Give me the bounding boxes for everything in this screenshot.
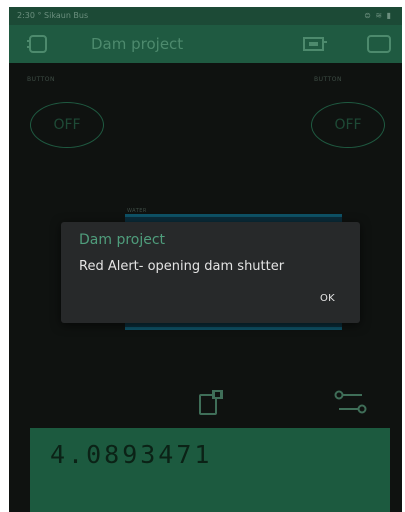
widget-box-icon[interactable] xyxy=(367,35,391,53)
app-bar: Dam project xyxy=(9,25,402,63)
status-time: 2:30 ° Sikaun Bus xyxy=(17,11,89,20)
alert-dialog: Dam project Red Alert- opening dam shutt… xyxy=(61,222,360,323)
left-off-button[interactable]: OFF xyxy=(30,102,104,148)
status-icons: ⊜ ≋ ▮ xyxy=(364,11,392,20)
app-screen: 2:30 ° Sikaun Bus ⊜ ≋ ▮ Dam project BUTT… xyxy=(9,7,402,512)
tablet-icon[interactable] xyxy=(199,389,225,415)
app-title: Dam project xyxy=(91,35,184,53)
device-icon[interactable] xyxy=(303,36,327,52)
left-button-label: BUTTON xyxy=(27,76,55,83)
value-display-text: 4.0893471 xyxy=(50,440,213,469)
value-display: 4.0893471 xyxy=(30,428,390,512)
project-icon[interactable] xyxy=(27,34,49,54)
status-bar: 2:30 ° Sikaun Bus ⊜ ≋ ▮ xyxy=(9,7,402,25)
alert-message: Red Alert- opening dam shutter xyxy=(79,259,285,274)
right-button-label: BUTTON xyxy=(314,76,342,83)
toggle-switch-icon[interactable] xyxy=(334,390,368,414)
alert-title: Dam project xyxy=(79,232,166,248)
right-off-button[interactable]: OFF xyxy=(311,102,385,148)
alert-ok-button[interactable]: OK xyxy=(320,293,335,304)
